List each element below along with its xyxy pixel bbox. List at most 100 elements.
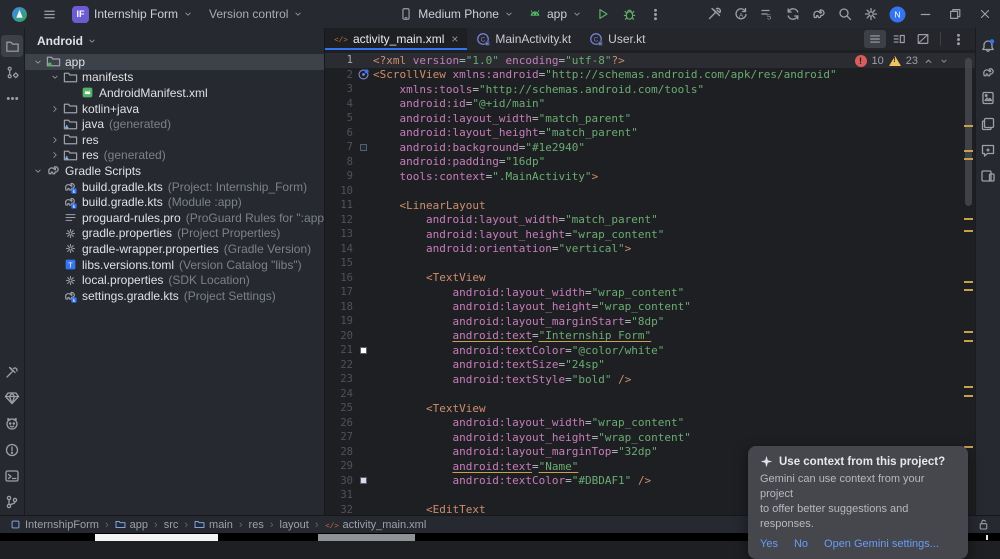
- breadcrumb-item-app[interactable]: app: [115, 519, 148, 531]
- code-line-16[interactable]: 16 <TextView: [325, 271, 975, 286]
- kebab-icon[interactable]: [642, 3, 668, 25]
- tree-item-java[interactable]: java(generated): [25, 116, 324, 132]
- tab-user-kt[interactable]: CKUser.kt: [580, 28, 654, 50]
- chevron-down-icon[interactable]: [31, 57, 45, 67]
- code-line-19[interactable]: 19 android:layout_marginStart="8dp": [325, 314, 975, 329]
- warning-stripe-mark[interactable]: [964, 281, 973, 283]
- tree-item-gradle-properties[interactable]: gradle.properties(Project Properties): [25, 226, 324, 242]
- tree-item-manifests[interactable]: manifests: [25, 70, 324, 86]
- logcat-cat-icon[interactable]: [1, 413, 23, 435]
- warning-stripe-mark[interactable]: [964, 230, 973, 232]
- editor-scrollbar[interactable]: [961, 50, 975, 515]
- tree-item-kotlin-java[interactable]: kotlin+java: [25, 101, 324, 117]
- problems-icon[interactable]: [1, 439, 23, 461]
- gemini-action-yes[interactable]: Yes: [760, 538, 778, 550]
- restore-button[interactable]: [940, 0, 970, 28]
- chevron-right-icon[interactable]: [48, 150, 62, 160]
- search-icon[interactable]: [832, 3, 858, 25]
- tree-item-build-gradle-kts[interactable]: kbuild.gradle.kts(Project: Internship_Fo…: [25, 179, 324, 195]
- tree-item-local-properties[interactable]: local.properties(SDK Location): [25, 272, 324, 288]
- gemini-chat-icon[interactable]: [977, 139, 999, 161]
- view-code-icon[interactable]: [864, 30, 886, 48]
- more-icon[interactable]: [1, 87, 23, 109]
- editor-options-icon[interactable]: [947, 30, 969, 48]
- chevron-right-icon[interactable]: [48, 104, 62, 114]
- chevron-down-icon[interactable]: [31, 166, 45, 176]
- gemini-action-open[interactable]: Open Gemini settings...: [824, 538, 939, 550]
- code-line-2[interactable]: 2<ScrollView xmlns:android="http://schem…: [325, 68, 975, 83]
- code-line-9[interactable]: 9 tools:context=".MainActivity">: [325, 169, 975, 184]
- tree-item-app[interactable]: app: [25, 54, 324, 70]
- task-list-icon[interactable]: 5: [754, 3, 780, 25]
- code-line-23[interactable]: 23 android:textStyle="bold" />: [325, 372, 975, 387]
- chevron-right-icon[interactable]: [48, 135, 62, 145]
- gradle-elephant-icon[interactable]: [977, 61, 999, 83]
- scrollbar-thumb[interactable]: [965, 58, 972, 206]
- code-line-5[interactable]: 5 android:layout_width="match_parent": [325, 111, 975, 126]
- tree-item-settings-gradle-kts[interactable]: ksettings.gradle.kts(Project Settings): [25, 288, 324, 304]
- settings-icon[interactable]: [858, 3, 884, 25]
- view-split-icon[interactable]: [888, 30, 910, 48]
- version-branch-icon[interactable]: [1, 491, 23, 513]
- warning-stripe-mark[interactable]: [964, 158, 973, 160]
- code-line-27[interactable]: 27 android:layout_height="wrap_content": [325, 430, 975, 445]
- vcs-widget[interactable]: Version control: [203, 4, 309, 24]
- warning-stripe-mark[interactable]: [964, 150, 973, 152]
- project-selector[interactable]: IF Internship Form: [66, 3, 199, 26]
- build-icon[interactable]: [702, 3, 728, 25]
- breadcrumb-item-layout[interactable]: layout: [280, 519, 309, 531]
- tree-item-build-gradle-kts[interactable]: kbuild.gradle.kts(Module :app): [25, 194, 324, 210]
- code-line-14[interactable]: 14 android:orientation="vertical">: [325, 242, 975, 257]
- inspections-widget[interactable]: ! 10 23: [855, 55, 950, 67]
- breadcrumb-item-activity-main-xml[interactable]: </>activity_main.xml: [325, 519, 427, 531]
- running-devices-icon[interactable]: [977, 165, 999, 187]
- breadcrumb-item-main[interactable]: main: [194, 519, 233, 531]
- close-tab-icon[interactable]: ×: [451, 32, 458, 46]
- tree-item-proguard-rules-pro[interactable]: proguard-rules.pro(ProGuard Rules for ":…: [25, 210, 324, 226]
- close-button[interactable]: [970, 0, 1000, 28]
- app-insights-gem-icon[interactable]: [1, 387, 23, 409]
- view-design-icon[interactable]: [912, 30, 934, 48]
- code-line-3[interactable]: 3 xmlns:tools="http://schemas.android.co…: [325, 82, 975, 97]
- device-selector[interactable]: Medium Phone: [393, 4, 520, 24]
- tree-item-libs-versions-toml[interactable]: Tlibs.versions.toml(Version Catalog "lib…: [25, 257, 324, 273]
- build-variants-icon[interactable]: [977, 113, 999, 135]
- prev-problem-icon[interactable]: [923, 56, 934, 67]
- next-problem-icon[interactable]: [939, 56, 949, 66]
- apply-changes-icon[interactable]: A: [728, 3, 754, 25]
- warning-stripe-mark[interactable]: [964, 340, 973, 342]
- project-view-title[interactable]: Android: [37, 34, 83, 48]
- code-line-20[interactable]: 20 android:text="Internship Form": [325, 329, 975, 344]
- code-line-22[interactable]: 22 android:textSize="24sp": [325, 358, 975, 373]
- code-line-8[interactable]: 8 android:padding="16dp": [325, 155, 975, 170]
- minimize-button[interactable]: [910, 0, 940, 28]
- breadcrumb-item-internshipform[interactable]: InternshipForm: [10, 519, 99, 531]
- code-line-12[interactable]: 12 android:layout_width="match_parent": [325, 213, 975, 228]
- breadcrumb-item-res[interactable]: res: [249, 519, 264, 531]
- run-icon[interactable]: [590, 3, 616, 25]
- code-line-11[interactable]: 11 <LinearLayout: [325, 198, 975, 213]
- code-line-18[interactable]: 18 android:layout_height="wrap_content": [325, 300, 975, 315]
- structure-icon[interactable]: [1, 61, 23, 83]
- user-avatar[interactable]: N: [884, 3, 910, 25]
- code-line-4[interactable]: 4 android:id="@+id/main": [325, 97, 975, 112]
- code-line-7[interactable]: 7 android:background="#1e2940": [325, 140, 975, 155]
- warning-stripe-mark[interactable]: [964, 395, 973, 397]
- code-line-13[interactable]: 13 android:layout_height="wrap_content": [325, 227, 975, 242]
- warning-stripe-mark[interactable]: [964, 125, 973, 127]
- warning-stripe-mark[interactable]: [964, 331, 973, 333]
- tab-activity-main-xml[interactable]: </>activity_main.xml×: [325, 28, 467, 50]
- tree-item-res[interactable]: res(generated): [25, 148, 324, 164]
- debug-icon[interactable]: [616, 3, 642, 25]
- main-menu-icon[interactable]: [36, 3, 62, 25]
- notifications-bell-icon[interactable]: [977, 35, 999, 57]
- warning-stripe-mark[interactable]: [964, 289, 973, 291]
- breadcrumb-item-src[interactable]: src: [164, 519, 179, 531]
- code-line-6[interactable]: 6 android:layout_height="match_parent": [325, 126, 975, 141]
- tree-item-gradle-wrapper-properties[interactable]: gradle-wrapper.properties(Gradle Version…: [25, 241, 324, 257]
- layout-preview-icon[interactable]: [977, 87, 999, 109]
- tab-mainactivity-kt[interactable]: CKMainActivity.kt: [467, 28, 580, 50]
- terminal-icon[interactable]: [1, 465, 23, 487]
- chevron-down-icon[interactable]: [48, 72, 62, 82]
- code-line-21[interactable]: 21 android:textColor="@color/white": [325, 343, 975, 358]
